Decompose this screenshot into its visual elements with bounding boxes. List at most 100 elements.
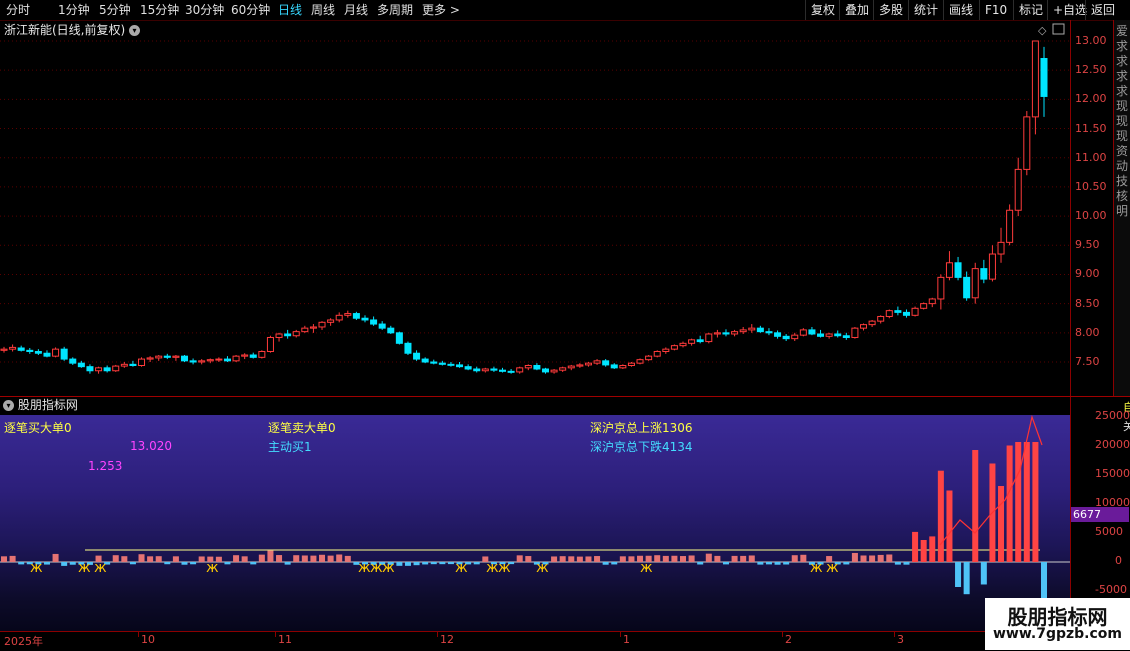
candle-body — [17, 347, 25, 351]
butterfly-icon: ж — [810, 560, 823, 576]
tab-1min[interactable]: 1分钟 — [58, 2, 90, 18]
price-axis-label: 10.50 — [1075, 179, 1107, 193]
price-chart[interactable]: ◇ — [0, 20, 1070, 396]
indicator-bar — [843, 562, 850, 565]
indicator-bar — [129, 562, 136, 565]
butterfly-icon: ж — [826, 560, 839, 576]
price-axis-label: 13.00 — [1075, 34, 1107, 47]
candle-body — [447, 363, 455, 366]
ind-axis-label: 15000 — [1095, 467, 1130, 480]
candle-body — [163, 355, 171, 358]
candle-body — [258, 350, 266, 358]
candle-body — [43, 352, 51, 357]
tab-monthly[interactable]: 月线 — [344, 2, 368, 18]
candle-body — [851, 327, 859, 338]
diamond-icon[interactable]: ◇ — [1038, 24, 1047, 37]
candle-body — [997, 241, 1005, 255]
indicator-bar — [267, 550, 274, 562]
butterfly-icon: ж — [370, 560, 383, 576]
candle-body — [662, 348, 670, 352]
price-axis-label: 9.00 — [1075, 267, 1100, 281]
indicator-bar — [198, 556, 205, 562]
adjust-button[interactable]: 复权 — [805, 0, 840, 20]
indicator-bar — [783, 562, 790, 565]
candle-body — [361, 317, 369, 321]
candle-body — [859, 324, 868, 329]
ind-axis-label: 5000 — [1095, 525, 1123, 538]
indicator-bar — [293, 555, 300, 562]
date-tick — [437, 632, 438, 637]
candle-body — [550, 369, 558, 373]
candle-body — [584, 362, 592, 366]
butterfly-icon: ж — [536, 560, 549, 576]
candle-body — [817, 333, 825, 337]
candle-body — [988, 253, 996, 280]
candle-body — [877, 315, 885, 322]
candle-body — [172, 355, 180, 358]
window-toggle-icon[interactable] — [1052, 23, 1065, 35]
indicator-bar — [662, 555, 669, 562]
candle-body — [945, 262, 953, 278]
tab-5min[interactable]: 5分钟 — [99, 2, 131, 18]
tab-intraday[interactable]: 分时 — [6, 2, 30, 18]
candle-body — [241, 354, 249, 357]
indicator-bar — [1040, 562, 1048, 602]
indicator-bar — [551, 556, 558, 562]
candle-body — [799, 329, 807, 336]
candle-body — [731, 331, 739, 335]
indicator-bar — [568, 556, 575, 562]
collapse-circle-icon[interactable]: ▾ — [3, 400, 14, 411]
candle-body — [395, 332, 403, 344]
overlay-button[interactable]: 叠加 — [839, 0, 874, 20]
indicator-bar — [155, 556, 162, 562]
indicator-bar — [680, 556, 687, 562]
candle-body — [284, 333, 292, 337]
price-axis-label: 9.50 — [1075, 238, 1100, 252]
indicator-bar — [422, 562, 429, 565]
stats-button[interactable]: 统计 — [908, 0, 943, 20]
candle-body — [627, 362, 635, 367]
tab-weekly[interactable]: 周线 — [311, 2, 335, 18]
indicator-bar — [164, 562, 171, 565]
indicator-bar — [1023, 442, 1030, 562]
candle-body — [748, 327, 756, 331]
indicator-bar — [594, 556, 601, 562]
candle-body — [516, 367, 524, 373]
candle-body — [1014, 168, 1022, 211]
indicator-bar — [413, 562, 420, 566]
indicator-bar — [43, 562, 50, 565]
indicator-bar — [903, 562, 910, 565]
indicator-bar — [516, 555, 523, 562]
current-value-tag: 6677 — [1071, 507, 1129, 522]
indicator-bar — [800, 554, 807, 562]
tab-multi-period[interactable]: 多周期 — [377, 2, 413, 18]
tab-15min[interactable]: 15分钟 — [140, 2, 179, 18]
butterfly-icon: ж — [640, 560, 653, 576]
big-sell-label: 逐笔卖大单0 — [268, 421, 336, 435]
ind-axis-label: 25000 — [1095, 409, 1130, 422]
tab-60min[interactable]: 60分钟 — [231, 2, 270, 18]
indicator-bar — [628, 556, 635, 562]
back-button[interactable]: 返回 — [1085, 0, 1120, 20]
tab-more[interactable]: 更多 > — [422, 2, 460, 18]
side-strip-text: 爱求求求求现现现资动技核明 — [1116, 24, 1129, 218]
candle-body — [112, 365, 120, 372]
candle-body — [438, 362, 446, 365]
indicator-bar — [172, 556, 179, 562]
f10-button[interactable]: F10 — [979, 0, 1012, 20]
candle-body — [739, 329, 747, 333]
indicator-bar — [430, 562, 437, 565]
candle-body — [378, 323, 386, 329]
indicator-bar — [69, 562, 76, 565]
candle-body — [198, 360, 206, 363]
multi-stock-button[interactable]: 多股 — [873, 0, 908, 20]
candle-body — [387, 327, 395, 334]
mark-button[interactable]: 标记 — [1013, 0, 1048, 20]
butterfly-icon: ж — [94, 560, 107, 576]
candle-body — [404, 342, 412, 354]
indicator-bar — [671, 555, 678, 562]
tab-30min[interactable]: 30分钟 — [185, 2, 224, 18]
tab-daily[interactable]: 日线 — [278, 2, 302, 18]
indicator-bar — [774, 562, 781, 565]
draw-button[interactable]: 画线 — [943, 0, 978, 20]
